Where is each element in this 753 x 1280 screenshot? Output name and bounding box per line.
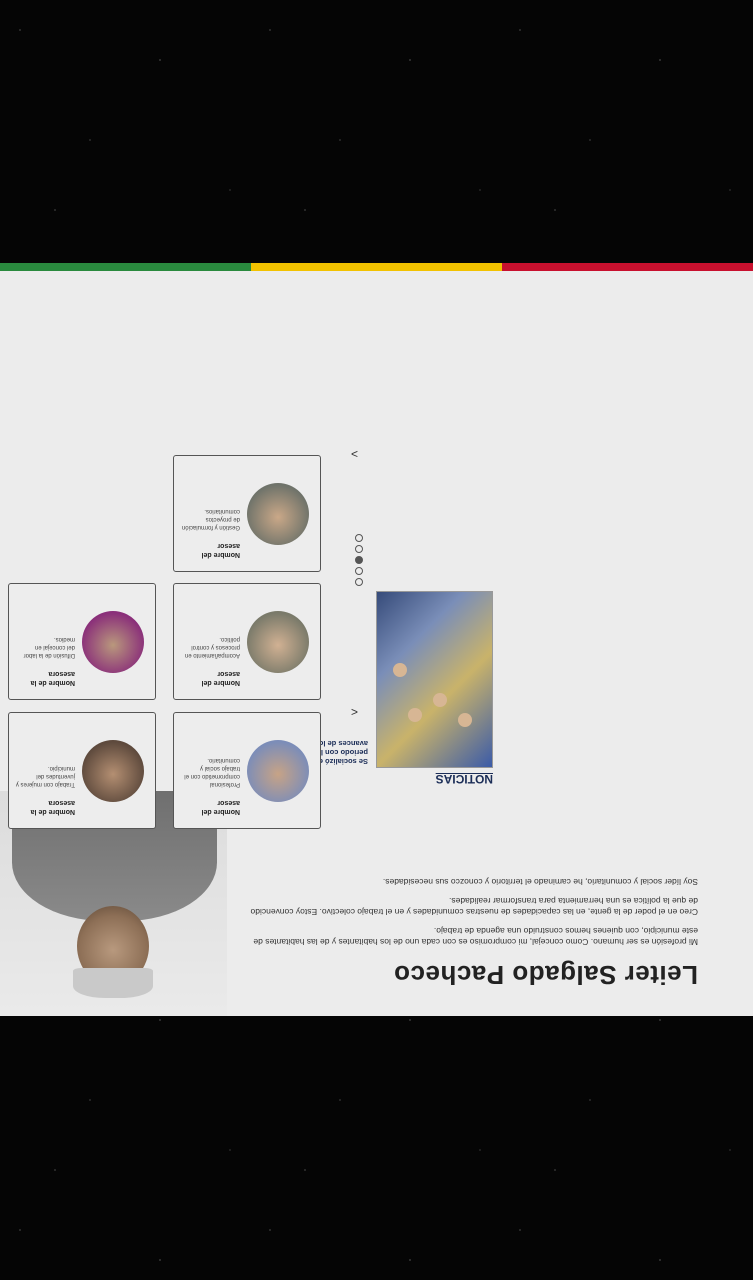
- team-card-name: Nombre de la asesora: [30, 670, 75, 686]
- flag-stripe-segment: [502, 263, 753, 271]
- carousel-dot[interactable]: [355, 578, 363, 586]
- team-card-photo: [247, 740, 309, 802]
- news-carousel-dots: [355, 534, 363, 586]
- team-card-name: Nombre del asesor: [201, 799, 240, 815]
- news-next-button[interactable]: >: [351, 447, 358, 461]
- carousel-dot-active[interactable]: [355, 556, 363, 564]
- team-card-name: Nombre de la asesora: [30, 799, 75, 815]
- hero-paragraph: Creo en el poder de la gente, en las cap…: [250, 896, 698, 917]
- team-card-desc: Difusión de la labor del concejal en med…: [23, 636, 75, 658]
- team-card-desc: Acompañamiento en procesos y control pol…: [184, 636, 240, 658]
- team-card-name: Nombre del asesor: [201, 670, 240, 686]
- news-image-person: [393, 663, 407, 677]
- news-prev-button[interactable]: <: [351, 705, 358, 719]
- team-card-name: Nombre del asesor: [201, 542, 240, 558]
- carousel-dot[interactable]: [355, 545, 363, 553]
- flag-stripe-segment: [251, 263, 502, 271]
- team-card-photo: [247, 483, 309, 545]
- page: Leiter Salgado Pacheco Mi profesión es s…: [0, 263, 753, 1016]
- flag-stripe-segment: [0, 263, 251, 271]
- news-image-person: [433, 693, 447, 707]
- carousel-dot[interactable]: [355, 534, 363, 542]
- team-card-photo: [247, 611, 309, 673]
- team-card[interactable]: Nombre del asesor Acompañamiento en proc…: [173, 583, 321, 700]
- news-image-person: [408, 708, 422, 722]
- hero-paragraph: Mi profesión es ser humano. Como conceja…: [253, 926, 698, 947]
- team-card[interactable]: Nombre de la asesora Trabajo con mujeres…: [8, 712, 156, 829]
- rotated-page: Leiter Salgado Pacheco Mi profesión es s…: [0, 263, 753, 1016]
- news-image[interactable]: [376, 591, 493, 768]
- news-heading: NOTICIAS: [435, 772, 493, 786]
- team-card-desc: Profesional comprometido con el trabajo …: [184, 757, 240, 787]
- team-card[interactable]: Nombre de la asesora Difusión de la labo…: [8, 583, 156, 700]
- news-image-person: [458, 713, 472, 727]
- team-card[interactable]: Nombre del asesor Profesional comprometi…: [173, 712, 321, 829]
- team-card[interactable]: Nombre del asesor Gestión y formulación …: [173, 455, 321, 572]
- flag-stripe: [0, 263, 753, 271]
- team-card-photo: [82, 611, 144, 673]
- carousel-dot[interactable]: [355, 567, 363, 575]
- team-card-desc: Trabajo con mujeres y juventudes del mun…: [15, 765, 75, 787]
- team-card-photo: [82, 740, 144, 802]
- hero-text: Leiter Salgado Pacheco Mi profesión es s…: [243, 868, 698, 1008]
- hero-paragraph: Soy líder social y comunitario, he camin…: [382, 877, 698, 887]
- team-card-desc: Gestión y formulación de proyectos comun…: [181, 508, 240, 530]
- hero-title: Leiter Salgado Pacheco: [393, 960, 698, 990]
- hero-photo-cap: [73, 968, 153, 998]
